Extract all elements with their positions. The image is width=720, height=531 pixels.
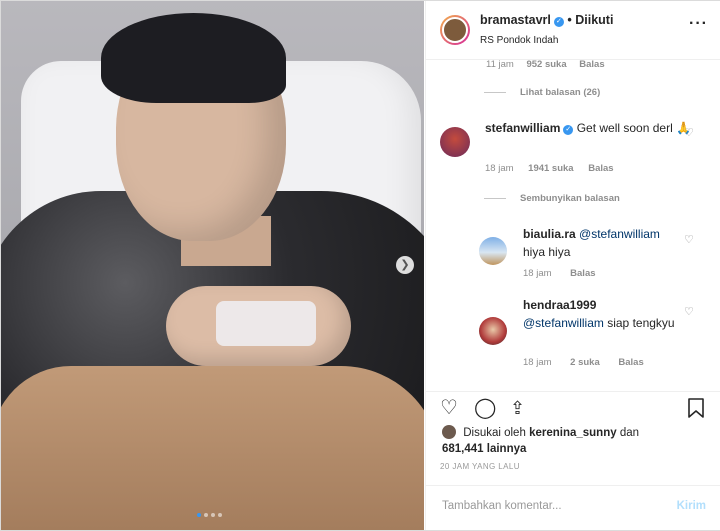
- post-time-ago[interactable]: 20 JAM YANG LALU: [440, 462, 520, 471]
- comment-reply[interactable]: Balas: [588, 163, 613, 174]
- action-bar: ♡ ◯ ⇪: [426, 391, 720, 422]
- author-username[interactable]: bramastavrl: [480, 13, 551, 27]
- likes-prefix: Disukai oleh: [463, 427, 526, 439]
- prev-comment-likes[interactable]: 952 suka: [526, 59, 566, 70]
- reply-time[interactable]: 18 jam: [523, 357, 552, 368]
- likes-summary: Disukai oleh kerenina_sunny dan 681,441 …: [442, 425, 639, 457]
- reply-mention[interactable]: @stefanwilliam: [579, 227, 660, 241]
- likes-count[interactable]: 681,441 lainnya: [442, 443, 526, 455]
- follow-status[interactable]: Diikuti: [575, 13, 613, 27]
- verified-icon: ✓: [553, 17, 564, 27]
- reply-reply[interactable]: Balas: [618, 357, 643, 368]
- photo-hair: [101, 13, 286, 103]
- reply-likes[interactable]: 2 suka: [570, 357, 600, 368]
- share-icon[interactable]: ⇪: [510, 398, 525, 418]
- comment-input[interactable]: [440, 499, 654, 513]
- reply-avatar[interactable]: [479, 237, 507, 265]
- photo-iv-tape: [216, 301, 316, 346]
- reply-avatar[interactable]: [479, 317, 507, 345]
- reply-mention[interactable]: @stefanwilliam: [523, 316, 604, 330]
- hide-replies-link[interactable]: Sembunyikan balasan: [484, 193, 620, 204]
- comment-username[interactable]: stefanwilliam: [485, 121, 560, 135]
- post-header: bramastavrl ✓ • Diikuti RS Pondok Indah ·…: [426, 1, 720, 60]
- reply-reply[interactable]: Balas: [570, 268, 595, 279]
- reply-1: biaulia.ra @stefanwilliam hiya hiya: [523, 225, 683, 261]
- comment-main: stefanwilliam ✓ Get well soon derl 🙏: [485, 119, 695, 137]
- commenter-avatar[interactable]: [440, 127, 470, 157]
- photo-blanket: [1, 366, 424, 530]
- heart-icon[interactable]: ♡: [440, 398, 458, 418]
- comment-main-meta: 18 jam 1941 suka Balas: [485, 163, 614, 174]
- like-comment-heart-icon[interactable]: ♡: [684, 126, 694, 139]
- post-location[interactable]: RS Pondok Indah: [480, 35, 558, 46]
- carousel-dot: [211, 513, 215, 517]
- liker-username[interactable]: kerenina_sunny: [529, 427, 617, 439]
- reply-2: hendraa1999 @stefanwilliam siap tengkyu: [523, 296, 683, 332]
- carousel-dots: [197, 513, 222, 517]
- bookmark-icon[interactable]: [688, 398, 704, 422]
- comment-text: Get well soon derl 🙏: [576, 121, 692, 135]
- add-comment-bar: Kirim: [426, 485, 720, 531]
- prev-comment-meta: 11 jam 952 suka Balas: [486, 59, 605, 70]
- reply-1-meta: 18 jam Balas: [523, 268, 596, 279]
- hide-replies-label: Sembunyikan balasan: [520, 193, 620, 204]
- likes-connector: dan: [619, 427, 640, 439]
- reply-text: siap tengkyu: [607, 316, 675, 330]
- more-dots-icon[interactable]: ···: [689, 15, 708, 33]
- next-photo-arrow-icon[interactable]: ❯: [396, 256, 414, 274]
- view-replies-label: Lihat balasan (26): [520, 87, 601, 98]
- carousel-dot: [218, 513, 222, 517]
- author-avatar[interactable]: [440, 15, 470, 45]
- reply-2-meta: 18 jam 2 suka Balas: [523, 357, 644, 368]
- comment-icon[interactable]: ◯: [474, 398, 496, 418]
- post-photo[interactable]: ❯: [1, 1, 424, 530]
- reply-username[interactable]: biaulia.ra: [523, 227, 576, 241]
- reply-time[interactable]: 18 jam: [523, 268, 552, 279]
- author-line: bramastavrl ✓ • Diikuti: [480, 13, 613, 27]
- liker-avatar[interactable]: [442, 425, 456, 439]
- comment-time[interactable]: 18 jam: [485, 163, 514, 174]
- carousel-dot: [204, 513, 208, 517]
- verified-icon: ✓: [563, 125, 574, 135]
- comment-likes[interactable]: 1941 suka: [528, 163, 573, 174]
- like-reply-heart-icon[interactable]: ♡: [684, 233, 694, 246]
- prev-comment-time: 11 jam: [486, 59, 514, 70]
- reply-username[interactable]: hendraa1999: [523, 298, 596, 312]
- carousel-dot: [197, 513, 201, 517]
- reply-text: hiya hiya: [523, 245, 571, 259]
- post-side-panel: bramastavrl ✓ • Diikuti RS Pondok Indah ·…: [425, 1, 720, 530]
- view-replies-link[interactable]: Lihat balasan (26): [484, 87, 600, 98]
- post-comment-button[interactable]: Kirim: [677, 500, 706, 512]
- like-reply-heart-icon[interactable]: ♡: [684, 305, 694, 318]
- prev-comment-reply[interactable]: Balas: [579, 59, 604, 70]
